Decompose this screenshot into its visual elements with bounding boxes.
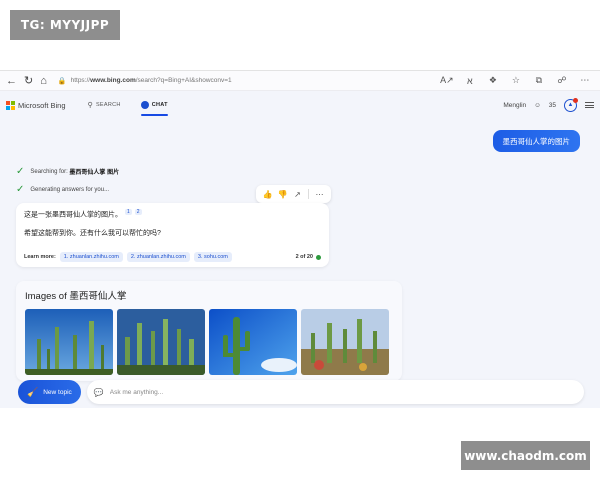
more-options-icon[interactable]: ⋯ (312, 190, 327, 199)
browser-window: ← ↻ ⌂ 🔒 https://www.bing.com/search?q=Bi… (0, 70, 600, 408)
watermark-top: TG: MYYJJPP (10, 10, 120, 40)
image-thumbnails (25, 309, 393, 375)
ask-box[interactable]: 💬 (86, 380, 584, 404)
screenshot-stage: TG: MYYJJPP ← ↻ ⌂ 🔒 https://www.bing.com… (0, 0, 600, 480)
images-card: Images of 墨西哥仙人掌 (16, 281, 402, 381)
ask-input[interactable] (109, 388, 310, 396)
thumbs-up-icon[interactable]: 👍 (260, 190, 275, 199)
lock-icon: 🔒 (57, 77, 67, 85)
source-link[interactable]: 2. zhuanlan.zhihu.com (126, 252, 190, 262)
learn-more-label: Learn more: (24, 254, 56, 260)
new-topic-button[interactable]: 🧹 New topic (18, 380, 81, 404)
extension-icon[interactable]: ❖ (486, 74, 500, 88)
collections-icon[interactable]: ⧉ (532, 74, 546, 88)
watermark-bottom: www.chaodm.com (461, 441, 590, 470)
new-topic-label: New topic (43, 388, 72, 396)
checkmark-icon: ✓ (16, 166, 25, 177)
status-dot-icon (316, 254, 321, 260)
status-searching: ✓ Searching for: 墨西哥仙人掌 图片 (16, 166, 119, 177)
tab-search-label: SEARCH (95, 102, 121, 108)
browser-actions: A↗ א ❖ ☆ ⧉ ☍ ⋯ (440, 74, 600, 88)
cactus-image-thumbnail[interactable] (25, 309, 113, 375)
address-bar[interactable]: 🔒 https://www.bing.com/search?q=Bing+AI&… (54, 74, 426, 88)
tab-chat[interactable]: CHAT (140, 91, 168, 119)
answer-line-2: 希望这能帮到你。还有什么我可以帮忙的吗? (24, 230, 161, 238)
translate-icon[interactable]: א (463, 74, 477, 88)
reaction-divider (308, 189, 309, 199)
cactus-image-thumbnail[interactable] (301, 309, 389, 375)
home-icon[interactable]: ⌂ (40, 74, 47, 88)
images-title: Images of 墨西哥仙人掌 (25, 291, 127, 302)
chat-bubble-icon: 💬 (93, 387, 104, 397)
microsoft-logo-icon (6, 100, 15, 110)
status-searching-prefix: Searching for: (30, 168, 68, 175)
favorite-star-icon[interactable]: ☆ (509, 74, 523, 88)
cactus-image-thumbnail[interactable] (209, 309, 297, 375)
search-icon: ⚲ (87, 102, 93, 109)
answer-line-1: 这是一张墨西哥仙人掌的图片。 1 2 (24, 209, 321, 219)
shield-icon[interactable]: ☍ (555, 74, 569, 88)
answer-text-1: 这是一张墨西哥仙人掌的图片。 (24, 211, 122, 219)
checkmark-icon: ✓ (16, 184, 25, 195)
cactus-image-thumbnail[interactable] (117, 309, 205, 375)
hamburger-menu-icon[interactable] (585, 102, 594, 108)
browser-toolbar: ← ↻ ⌂ 🔒 https://www.bing.com/search?q=Bi… (0, 71, 600, 91)
chat-input-row: 🧹 New topic 💬 (18, 379, 584, 405)
rewards-trophy-icon[interactable]: ▲ (564, 97, 578, 112)
thumbs-down-icon[interactable]: 👎 (275, 190, 290, 199)
read-aloud-icon[interactable]: A↗ (440, 74, 454, 88)
broom-icon: 🧹 (27, 386, 39, 397)
citation-badge[interactable]: 1 (125, 209, 132, 215)
response-counter: 2 of 20 (296, 254, 321, 260)
header-account-area: Menglin ☺ 35 ▲ (495, 91, 594, 119)
response-count-text: 2 of 20 (295, 254, 313, 260)
status-searching-query: 墨西哥仙人掌 图片 (69, 170, 120, 176)
tab-chat-label: CHAT (151, 102, 168, 108)
source-link[interactable]: 3. sohu.com (193, 252, 232, 262)
bing-header: Microsoft Bing ⚲ SEARCH CHAT Menglin ☺ 3… (0, 91, 600, 119)
user-icon[interactable]: ☺ (534, 102, 541, 109)
learn-more-row: Learn more: 1. zhuanlan.zhihu.com 2. zhu… (24, 252, 321, 262)
message-reaction-bar: 👍 👎 ↗ ⋯ (256, 185, 331, 203)
more-menu-icon[interactable]: ⋯ (578, 74, 592, 88)
status-generating: ✓ Generating answers for you... (16, 184, 109, 195)
answer-card: 这是一张墨西哥仙人掌的图片。 1 2 希望这能帮到你。还有什么我可以帮忙的吗? Le… (16, 203, 329, 267)
source-link[interactable]: 1. zhuanlan.zhihu.com (59, 252, 123, 262)
status-generating-text: Generating answers for you... (30, 186, 110, 193)
user-message-bubble: 墨西哥仙人掌的图片 (492, 130, 580, 152)
back-arrow-icon[interactable]: ← (6, 74, 17, 88)
brand-name[interactable]: Microsoft Bing (18, 101, 66, 110)
chat-icon (140, 101, 149, 109)
refresh-icon[interactable]: ↻ (24, 74, 33, 88)
url-host: www.bing.com (90, 77, 136, 84)
url-path: /search?q=Bing+AI&showconv=1 (135, 77, 232, 84)
share-icon[interactable]: ↗ (290, 190, 305, 199)
points-count[interactable]: 35 (549, 102, 556, 109)
url-prefix: https:// (70, 77, 91, 84)
citation-badge[interactable]: 2 (134, 209, 142, 215)
tab-search[interactable]: ⚲ SEARCH (88, 91, 121, 119)
user-name[interactable]: Menglin (503, 102, 526, 109)
